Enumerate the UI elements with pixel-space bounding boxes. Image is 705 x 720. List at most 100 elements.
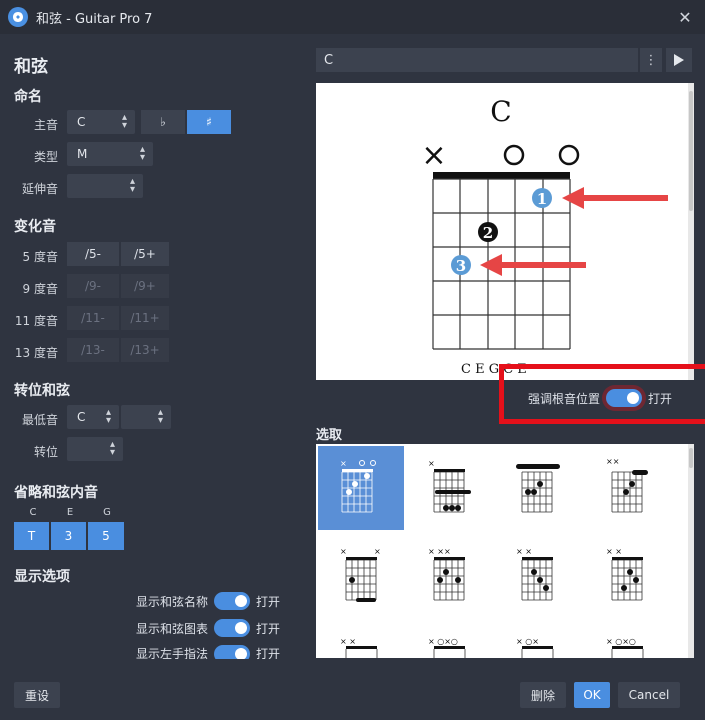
omit-fifth-button[interactable]: 5 <box>88 522 124 550</box>
root-dropdown[interactable]: C ▴ ▾ <box>67 110 135 134</box>
muted-string-marker: × <box>421 138 446 173</box>
svg-text:× ○×○: × ○×○ <box>428 637 458 646</box>
title-bar: 和弦 - Guitar Pro 7 ✕ <box>0 0 705 34</box>
updown-chevron-icon: ▴ ▾ <box>121 112 127 131</box>
omit-root-button[interactable]: T <box>14 522 50 550</box>
updown-chevron-icon: ▴ ▾ <box>129 176 135 195</box>
nut <box>433 172 570 179</box>
open-string-marker <box>503 144 525 166</box>
svg-text:×: × <box>340 547 347 556</box>
omit-note-g: G <box>103 507 111 518</box>
flat-button[interactable]: ♭ <box>141 110 185 134</box>
diagram-title: C <box>490 95 511 128</box>
eleventh-flat-button[interactable]: /11- <box>67 306 119 330</box>
type-dropdown[interactable]: M ▴ ▾ <box>67 142 153 166</box>
diagram-scrollbar[interactable] <box>688 83 694 380</box>
finger-number-1: 1 <box>537 190 547 208</box>
voicing-thumbnail: × × <box>340 547 381 602</box>
play-icon[interactable] <box>666 48 692 72</box>
show-fingering-state: 打开 <box>256 647 281 659</box>
type-label: 类型 <box>33 150 58 164</box>
chord-diagram: C × 1 2 3 C E G C E <box>316 83 688 380</box>
show-fingering-label: 显示左手指法 <box>136 647 209 659</box>
open-string-marker <box>558 144 580 166</box>
reset-button[interactable]: 重设 <box>14 682 60 708</box>
extension-dropdown[interactable]: ▴ ▾ <box>67 174 143 198</box>
thirteenth-sharp-button[interactable]: /13+ <box>121 338 169 362</box>
svg-text:××: ×× <box>606 457 619 466</box>
root-value: C <box>77 115 86 129</box>
voicing-scrollbar[interactable] <box>688 444 694 658</box>
show-chord-diagram-label: 显示和弦图表 <box>136 621 209 636</box>
show-chord-name-state: 打开 <box>256 594 281 609</box>
type-value: M <box>77 147 88 161</box>
voicing-thumbnail: × × <box>340 637 378 658</box>
voicing-thumbnail: × ○×○ <box>428 637 466 658</box>
chord-name-field[interactable]: C <box>316 48 638 72</box>
ninth-sharp-button[interactable]: /9+ <box>121 274 169 298</box>
thirteenth-flat-button[interactable]: /13- <box>67 338 119 362</box>
bass-label: 最低音 <box>21 413 58 427</box>
show-fingering-toggle[interactable] <box>214 645 251 659</box>
panel-heading: 和弦 <box>14 57 48 77</box>
display-section-title: 显示选项 <box>14 569 70 585</box>
bass-note-dropdown[interactable]: C ▴ ▾ <box>67 405 119 429</box>
cancel-button[interactable]: Cancel <box>618 682 680 708</box>
voicing-thumbnail: × ×× <box>428 547 465 601</box>
omit-section-title: 省略和弦内音 <box>14 485 98 501</box>
guitar-pro-logo-icon <box>8 7 28 27</box>
svg-text:× ×: × × <box>606 547 622 556</box>
show-chord-diagram-toggle[interactable] <box>214 619 251 637</box>
chord-name-value: C <box>324 52 334 68</box>
bass-note-value: C <box>77 410 86 424</box>
show-chord-name-row: 显示和弦名称 打开 <box>136 592 280 610</box>
inversion-section-title: 转位和弦 <box>14 383 70 399</box>
extension-label: 延伸音 <box>21 182 58 196</box>
show-chord-name-label: 显示和弦名称 <box>136 594 209 609</box>
red-arrow-annotation <box>562 187 668 209</box>
omit-note-e: E <box>66 507 74 518</box>
voicing-thumbnail: × × <box>606 547 643 601</box>
bass-accidental-dropdown[interactable]: ▴ ▾ <box>121 405 171 429</box>
show-chord-diagram-state: 打开 <box>256 621 281 636</box>
voicing-thumbnail: ×× <box>606 457 648 513</box>
ok-button[interactable]: OK <box>574 682 610 708</box>
svg-text:× ××: × ×× <box>428 547 451 556</box>
svg-text:×: × <box>340 459 347 468</box>
select-section-title: 选取 <box>316 428 343 443</box>
svg-text:× ×: × × <box>516 547 532 556</box>
omit-note-c: C <box>29 507 37 518</box>
svg-text:× ×: × × <box>340 637 356 646</box>
updown-chevron-icon: ▴ ▾ <box>139 144 145 163</box>
fifth-sharp-button[interactable]: /5+ <box>121 242 169 266</box>
show-fingering-row: 显示左手指法 打开 <box>136 645 280 659</box>
window-title: 和弦 - Guitar Pro 7 <box>36 11 153 27</box>
inversion-dropdown[interactable]: ▴ ▾ <box>67 437 123 461</box>
updown-chevron-icon: ▴ ▾ <box>105 407 111 426</box>
omit-third-button[interactable]: 3 <box>51 522 87 550</box>
sharp-button[interactable]: ♯ <box>187 110 231 134</box>
updown-chevron-icon: ▴ ▾ <box>157 407 163 426</box>
root-label: 主音 <box>33 118 58 132</box>
delete-button[interactable]: 删除 <box>520 682 566 708</box>
updown-chevron-icon: ▴ ▾ <box>109 439 115 458</box>
naming-section-title: 命名 <box>14 89 42 105</box>
close-icon[interactable]: ✕ <box>673 5 697 29</box>
eleventh-label: 11 度音 <box>14 314 58 328</box>
voicing-grid[interactable]: × × ×× × × × ×× × × × × × × × ○×○ × ○× ×… <box>316 444 688 658</box>
finger-number-3: 3 <box>456 257 466 275</box>
svg-text:× ○×○: × ○×○ <box>606 637 636 646</box>
fifth-flat-button[interactable]: /5- <box>67 242 119 266</box>
finger-number-2: 2 <box>483 224 493 242</box>
thirteenth-label: 13 度音 <box>14 346 58 360</box>
more-options-icon[interactable]: ⋮ <box>640 48 662 72</box>
show-chord-name-toggle[interactable] <box>214 592 251 610</box>
inversion-label: 转位 <box>33 445 58 459</box>
eleventh-sharp-button[interactable]: /11+ <box>121 306 169 330</box>
show-chord-diagram-row: 显示和弦图表 打开 <box>136 619 280 637</box>
alteration-section-title: 变化音 <box>14 219 56 235</box>
svg-text:×: × <box>428 459 435 468</box>
voicing-thumbnail <box>516 464 560 513</box>
ninth-flat-button[interactable]: /9- <box>67 274 119 298</box>
voicing-thumbnail: × ○×○ <box>606 637 644 658</box>
